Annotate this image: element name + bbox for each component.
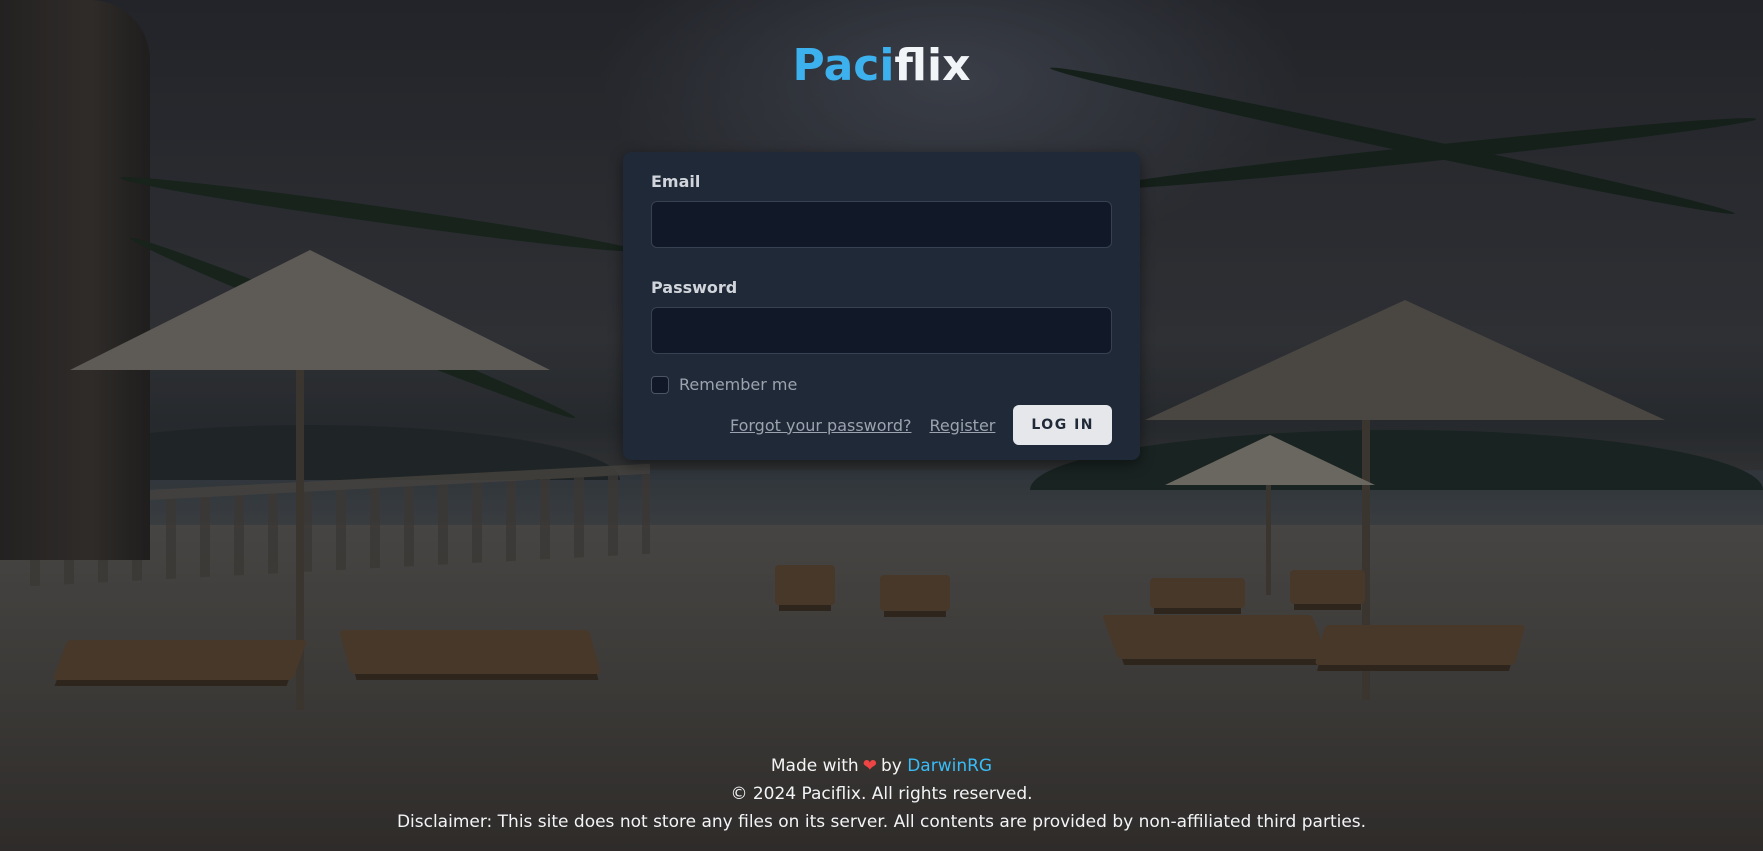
- remember-me-row: Remember me: [651, 375, 1112, 394]
- email-label: Email: [651, 172, 701, 191]
- footer-credit: Made with ❤ by DarwinRG: [0, 752, 1763, 780]
- form-actions: Forgot your password? Register LOG IN: [730, 405, 1112, 445]
- disclaimer-text: Disclaimer: This site does not store any…: [396, 812, 1367, 832]
- register-link[interactable]: Register: [930, 416, 996, 435]
- by-text: by: [880, 756, 902, 776]
- forgot-password-link[interactable]: Forgot your password?: [730, 416, 912, 435]
- copyright-text: © 2024 Paciflix. All rights reserved.: [730, 784, 1033, 804]
- password-field[interactable]: [651, 307, 1112, 354]
- password-label: Password: [651, 278, 738, 297]
- login-button[interactable]: LOG IN: [1013, 405, 1112, 445]
- heart-icon: ❤: [862, 756, 877, 776]
- author-link[interactable]: DarwinRG: [907, 756, 992, 776]
- email-field[interactable]: [651, 201, 1112, 248]
- logo-part-2: flix: [894, 40, 971, 91]
- logo: Paciflix: [0, 40, 1763, 91]
- login-card: Email Password Remember me Forgot your p…: [623, 152, 1140, 460]
- remember-me-checkbox[interactable]: [651, 375, 669, 394]
- logo-part-1: Paci: [792, 40, 895, 91]
- remember-me-label[interactable]: Remember me: [679, 375, 797, 394]
- made-with-text: Made with: [770, 756, 859, 776]
- footer: Made with ❤ by DarwinRG © 2024 Paciflix. A…: [0, 752, 1763, 836]
